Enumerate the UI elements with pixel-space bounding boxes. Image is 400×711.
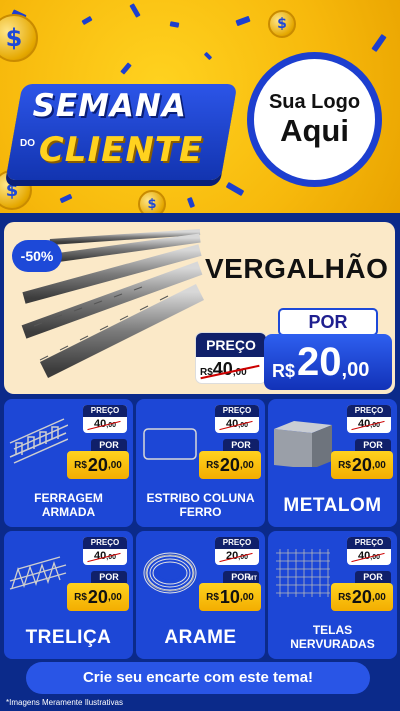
header-banner: $ $ $ $ SEMANA DO CLIENTE Sua Logo Aqui (0, 0, 400, 213)
new-price-tag: MT R$ 10,00 (199, 576, 261, 611)
telas-image (276, 549, 330, 597)
confetti (371, 33, 387, 53)
new-price-box: R$ 20 ,00 (264, 334, 392, 390)
logo-line-1: Sua Logo (268, 91, 361, 113)
product-name: ARAME (164, 627, 237, 648)
product-name: TRELIÇA (25, 627, 112, 648)
old-price-tag: PREÇO 20,00 (215, 537, 259, 565)
new-price-tag: R$ 20,00 (67, 583, 129, 611)
por-label: POR (91, 571, 127, 583)
confetti (169, 21, 180, 28)
headline-bottom: CLIENTE (38, 130, 204, 170)
product-card[interactable]: PREÇO 40,00 POR R$ 20,00 TRELIÇA (4, 531, 133, 659)
ferragem-image (9, 418, 68, 464)
new-price-tag: R$ 20,00 (331, 583, 393, 611)
discount-badge: -50% (12, 240, 62, 272)
product-name: TELAS NERVURADAS (290, 623, 375, 651)
old-price-label: PREÇO (196, 333, 266, 357)
por-label: POR (278, 308, 378, 336)
headline-small: DO (19, 138, 35, 149)
logo-placeholder[interactable]: Sua Logo Aqui (247, 52, 382, 187)
headline-top: SEMANA (32, 88, 187, 124)
campaign-headline: SEMANA DO CLIENTE (5, 84, 238, 180)
product-card[interactable]: PREÇO 40,00 POR R$ 20,00 METALOM (268, 399, 397, 527)
dollar-coin-icon: $ (0, 14, 38, 62)
confetti (203, 51, 213, 61)
product-card[interactable]: PREÇO 40,00 POR R$ 20,00 TELAS NERVURADAS (268, 531, 397, 659)
old-price-tag: PREÇO 40,00 (215, 405, 259, 433)
new-price-tag: R$ 20,00 (331, 451, 393, 479)
new-price-currency: R$ (272, 361, 296, 381)
confetti (235, 15, 251, 27)
new-price-decimal: ,00 (341, 359, 370, 381)
metalom-image (274, 421, 332, 467)
trelica-image (9, 556, 67, 590)
por-label: POR (91, 439, 127, 451)
new-price-tag: R$ 20,00 (67, 451, 129, 479)
product-card[interactable]: PREÇO 40,00 POR R$ 20,00 FERRAGEM ARMADA (4, 399, 133, 527)
arame-image (143, 552, 197, 594)
por-label: POR (355, 439, 391, 451)
confetti (129, 3, 141, 18)
old-price-tag: PREÇO 40,00 (83, 405, 127, 433)
old-price-tag: PREÇO 40,00 (347, 405, 391, 433)
product-name: FERRAGEM ARMADA (34, 491, 103, 519)
confetti (186, 196, 196, 209)
new-price-integer: 20 (297, 340, 342, 384)
product-card[interactable]: PREÇO 40,00 POR R$ 20,00 ESTRIBO COLUNA F… (136, 399, 265, 527)
new-price-tag: R$ 20,00 (199, 451, 261, 479)
old-price-box: PREÇO R$40,00 (196, 333, 266, 383)
old-price-tag: PREÇO 40,00 (347, 537, 391, 565)
product-card[interactable]: PREÇO 20,00 POR MT R$ 10,00 ARAME (136, 531, 265, 659)
dollar-coin-icon: $ (138, 190, 166, 213)
estribo-image (143, 428, 197, 460)
product-name: METALOM (283, 495, 382, 516)
confetti (120, 62, 132, 75)
por-label: POR (223, 439, 259, 451)
confetti (225, 181, 245, 197)
confetti (81, 15, 93, 26)
featured-title: VERGALHÃO (205, 253, 389, 284)
footnote: *Imagens Meramente Ilustrativas (6, 698, 123, 707)
cta-button[interactable]: Crie seu encarte com este tema! (26, 662, 370, 694)
old-price-tag: PREÇO 40,00 (83, 537, 127, 565)
logo-line-2: Aqui (280, 113, 349, 148)
confetti (59, 193, 73, 204)
por-label: POR (355, 571, 391, 583)
unit-label: MT (248, 576, 257, 582)
dollar-coin-icon: $ (268, 10, 296, 38)
product-name: ESTRIBO COLUNA FERRO (146, 491, 255, 519)
